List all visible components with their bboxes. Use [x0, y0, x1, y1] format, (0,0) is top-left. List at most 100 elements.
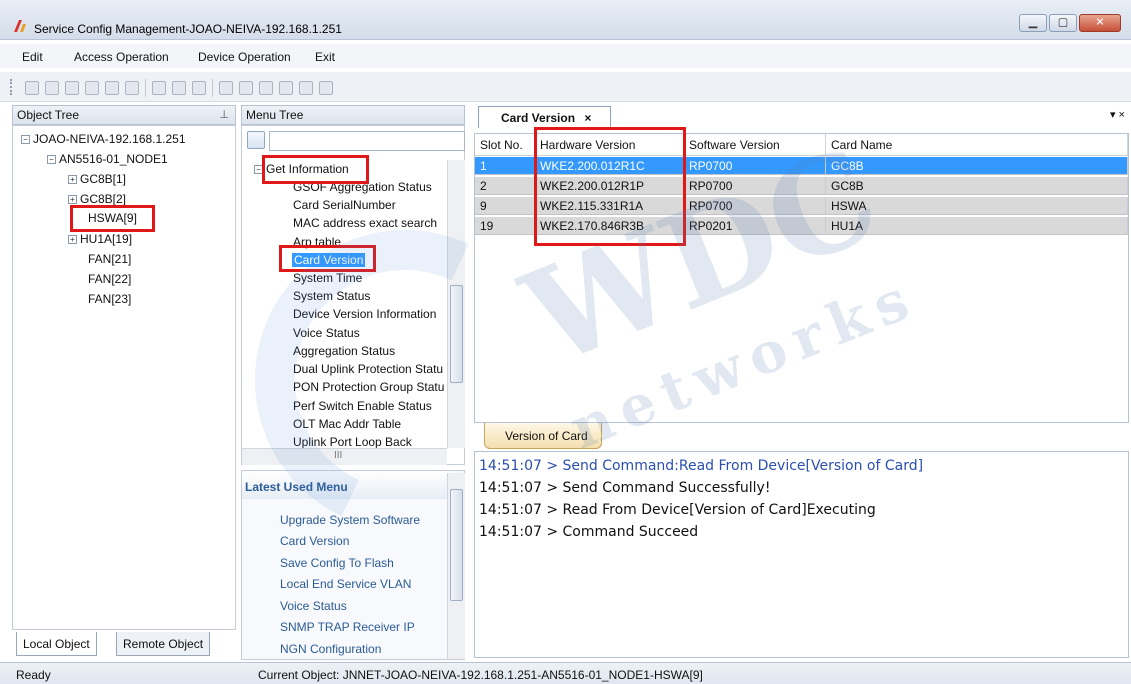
toolbar-separator: [212, 79, 213, 97]
menu-item[interactable]: Perf Switch Enable Status: [293, 399, 432, 413]
collapse-icon[interactable]: −: [47, 155, 56, 165]
table-row[interactable]: 9 WKE2.115.331R1A RP0700 HSWA: [475, 197, 1128, 215]
menu-bar: Edit Access Operation Device Operation E…: [0, 44, 1131, 68]
toolbar-tree-icon[interactable]: [259, 81, 273, 95]
menu-item[interactable]: System Time: [293, 271, 362, 285]
tree-node-card-selected[interactable]: HSWA[9]: [88, 211, 137, 225]
toolbar-paste-icon[interactable]: [239, 81, 253, 95]
tree-node-fan[interactable]: FAN[22]: [88, 272, 131, 286]
latest-used-item[interactable]: NGN Configuration: [280, 642, 381, 656]
expand-icon[interactable]: +: [68, 235, 77, 245]
menu-item[interactable]: OLT Mac Addr Table: [293, 417, 401, 431]
menu-item[interactable]: Dual Uplink Protection Statu: [293, 362, 443, 376]
tree-node-device[interactable]: − AN5516-01_NODE1: [47, 152, 168, 166]
search-icon[interactable]: [247, 131, 265, 149]
toolbar-chart-icon[interactable]: [45, 81, 59, 95]
menu-item[interactable]: Uplink Port Loop Back: [293, 435, 412, 449]
toolbar-grip[interactable]: [10, 79, 13, 95]
tree-node-fan[interactable]: FAN[23]: [88, 292, 131, 306]
scroll-thumb[interactable]: [450, 285, 463, 383]
menu-edit[interactable]: Edit: [22, 50, 43, 64]
collapse-icon[interactable]: −: [21, 135, 30, 145]
tree-node-card[interactable]: + GC8B[1]: [68, 172, 126, 186]
menu-item[interactable]: MAC address exact search: [293, 216, 437, 230]
menu-tree-hscrollbar[interactable]: III: [242, 448, 447, 465]
menu-item-card-version-selected[interactable]: Card Version: [292, 253, 366, 267]
pin-icon[interactable]: ⊥: [219, 108, 229, 121]
menu-item[interactable]: System Status: [293, 289, 370, 303]
latest-used-item[interactable]: Upgrade System Software: [280, 513, 420, 527]
toolbar-copy-icon[interactable]: [219, 81, 233, 95]
collapse-icon[interactable]: −: [254, 165, 263, 175]
column-header-card-name[interactable]: Card Name: [826, 134, 1128, 156]
latest-used-item[interactable]: Voice Status: [280, 599, 347, 613]
latest-used-item[interactable]: Save Config To Flash: [280, 556, 394, 570]
object-tree-header: Object Tree ⊥: [12, 105, 236, 125]
menu-access-operation[interactable]: Access Operation: [74, 50, 169, 64]
toolbar-grid-icon[interactable]: [65, 81, 79, 95]
minimize-icon: ▁: [1028, 16, 1038, 29]
tree-node-card[interactable]: + HU1A[19]: [68, 232, 132, 246]
menu-item[interactable]: Aggregation Status: [293, 344, 395, 358]
scroll-thumb[interactable]: [450, 489, 463, 601]
menu-item[interactable]: Device Version Information: [293, 307, 436, 321]
toolbar-check-icon[interactable]: [25, 81, 39, 95]
tree-node-label: GC8B[1]: [80, 172, 127, 186]
column-header-hardware[interactable]: Hardware Version: [535, 134, 684, 156]
toolbar-edit-icon[interactable]: [299, 81, 313, 95]
title-bar: Service Config Management-JOAO-NEIVA-192…: [0, 0, 1131, 40]
menu-search-input[interactable]: [269, 131, 465, 151]
tab-remote-object[interactable]: Remote Object: [116, 632, 211, 656]
expand-icon[interactable]: +: [68, 195, 77, 205]
tab-card-version[interactable]: Card Version ×: [478, 106, 611, 128]
latest-used-item[interactable]: SNMP TRAP Receiver IP: [280, 620, 415, 634]
menu-exit[interactable]: Exit: [315, 50, 335, 64]
table-row[interactable]: 19 WKE2.170.846R3B RP0201 HU1A: [475, 217, 1128, 235]
maximize-button[interactable]: ▢: [1049, 14, 1077, 32]
menu-tree-vscrollbar[interactable]: [447, 160, 465, 448]
scroll-grip: III: [334, 450, 343, 461]
menu-group-get-information[interactable]: − Get Information: [254, 162, 349, 176]
toolbar-export-icon[interactable]: [319, 81, 333, 95]
toolbar-card-icon[interactable]: [105, 81, 119, 95]
latest-used-vscrollbar[interactable]: [447, 473, 465, 659]
toolbar: [0, 72, 1131, 102]
tree-node-fan[interactable]: FAN[21]: [88, 252, 131, 266]
tab-local-object[interactable]: Local Object: [16, 632, 97, 656]
table-row[interactable]: 1 WKE2.200.012R1C RP0700 GC8B: [475, 157, 1128, 175]
menu-device-operation[interactable]: Device Operation: [198, 50, 291, 64]
toolbar-user-icon[interactable]: [152, 81, 166, 95]
toolbar-users-icon[interactable]: [172, 81, 186, 95]
status-bar: Ready Current Object: JNNET-JOAO-NEIVA-1…: [0, 662, 1131, 684]
tab-menu-icon[interactable]: ▾ ×: [1110, 108, 1125, 121]
tab-version-of-card[interactable]: Version of Card: [484, 423, 602, 449]
tree-node-card[interactable]: + GC8B[2]: [68, 192, 126, 206]
menu-item[interactable]: GSOF Aggregation Status: [293, 180, 432, 194]
menu-item[interactable]: Arp table: [293, 235, 341, 249]
menu-item[interactable]: PON Protection Group Statu: [293, 380, 444, 394]
latest-used-item[interactable]: Card Version: [280, 534, 349, 548]
object-tree-title: Object Tree: [17, 108, 80, 122]
tree-node-root[interactable]: − JOAO-NEIVA-192.168.1.251: [21, 132, 186, 146]
expand-icon[interactable]: +: [68, 175, 77, 185]
menu-item[interactable]: Voice Status: [293, 326, 360, 340]
tree-node-label: FAN[23]: [88, 292, 132, 306]
minimize-button[interactable]: ▁: [1019, 14, 1047, 32]
close-button[interactable]: ✕: [1079, 14, 1121, 32]
cell-hardware: WKE2.170.846R3B: [535, 217, 684, 235]
cell-slot: 19: [475, 217, 535, 235]
table-row[interactable]: 2 WKE2.200.012R1P RP0700 GC8B: [475, 177, 1128, 195]
toolbar-add-icon[interactable]: [125, 81, 139, 95]
menu-search-row: [243, 130, 465, 152]
cell-software: RP0700: [684, 197, 826, 215]
tab-close-icon[interactable]: ×: [584, 111, 591, 125]
column-header-software[interactable]: Software Version: [684, 134, 826, 156]
column-header-slot[interactable]: Slot No.: [475, 134, 535, 156]
menu-item[interactable]: Card SerialNumber: [293, 198, 396, 212]
log-line: 14:51:07 > Send Command Successfully!: [479, 480, 771, 496]
toolbar-monitor-icon[interactable]: [192, 81, 206, 95]
latest-used-item[interactable]: Local End Service VLAN: [280, 577, 411, 591]
toolbar-device-icon[interactable]: [85, 81, 99, 95]
toolbar-print-icon[interactable]: [279, 81, 293, 95]
app-logo-icon: [14, 20, 26, 32]
